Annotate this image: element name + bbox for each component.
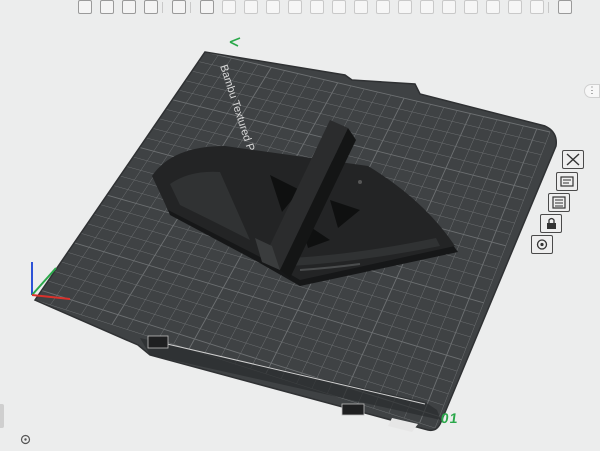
plate-origin-marker xyxy=(229,37,241,47)
plate-layers-button[interactable] xyxy=(556,172,578,191)
left-panel-handle[interactable] xyxy=(0,404,4,428)
settings-gear-icon xyxy=(536,239,548,250)
object-list-icon xyxy=(552,196,566,209)
plate-layers-icon xyxy=(560,176,574,187)
close-view-button[interactable] xyxy=(562,150,584,169)
zoom-fit-button[interactable] xyxy=(18,433,33,446)
close-view-icon xyxy=(566,153,580,166)
object-list-button[interactable] xyxy=(548,193,570,212)
settings-button[interactable] xyxy=(531,235,553,254)
zoom-fit-icon xyxy=(20,434,31,445)
plate-number-label: 01 xyxy=(439,410,460,426)
right-panel-handle[interactable]: ⋮ xyxy=(584,84,600,98)
lock-icon xyxy=(547,217,556,229)
lock-button[interactable] xyxy=(540,214,562,233)
3d-viewport[interactable]: Bambu Textured PEI Plate xyxy=(0,0,600,450)
